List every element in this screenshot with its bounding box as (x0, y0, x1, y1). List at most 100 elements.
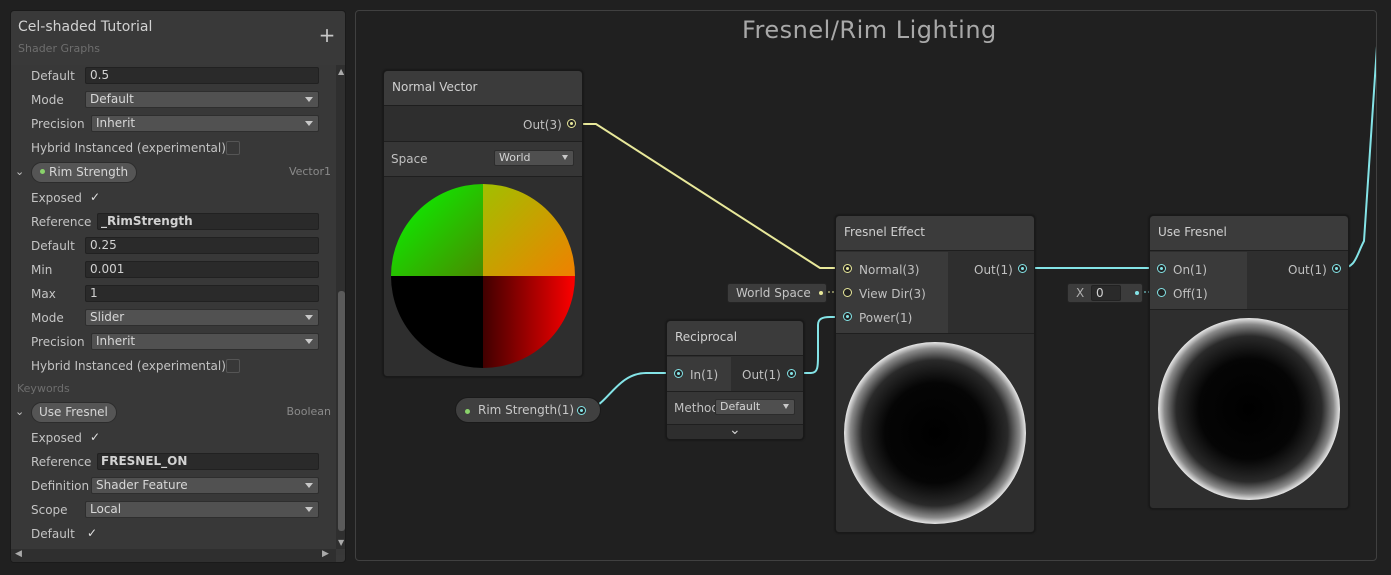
expand-chevron-icon[interactable]: ⌄ (729, 422, 741, 438)
blackboard-panel: Cel-shaded Tutorial Shader Graphs + Defa… (10, 10, 346, 563)
horizontal-scrollbar[interactable] (11, 549, 336, 562)
scroll-left-arrow-icon[interactable]: ◀ (15, 549, 22, 559)
reference-field[interactable]: _RimStrength (97, 213, 319, 230)
input-port-in[interactable] (674, 369, 683, 378)
property-row-mode: Mode Default (11, 89, 336, 113)
property-header-use-fresnel[interactable]: ⌄ Use Fresnel Boolean (11, 401, 336, 425)
property-row-hybrid: Hybrid Instanced (experimental) (11, 355, 336, 379)
property-pill-use-fresnel[interactable]: Use Fresnel (31, 402, 117, 423)
add-property-button[interactable]: + (316, 25, 338, 47)
space-dropdown[interactable]: World (494, 150, 574, 166)
property-row-exposed: Exposed ✓ (11, 187, 336, 211)
dropdown-arrow-icon (305, 339, 313, 344)
property-row-precision: Precision Inherit (11, 331, 336, 355)
property-header-rim-strength[interactable]: ⌄ Rim Strength Vector1 (11, 161, 336, 185)
precision-dropdown[interactable]: Inherit (91, 333, 319, 350)
scroll-down-arrow-icon[interactable]: ▼ (338, 538, 344, 547)
hybrid-instanced-checkbox[interactable] (226, 359, 240, 373)
dropdown-arrow-icon (305, 121, 313, 126)
chevron-down-icon[interactable]: ⌄ (15, 405, 24, 418)
default-value-field[interactable]: 0.25 (85, 237, 319, 254)
precision-dropdown[interactable]: Inherit (91, 115, 319, 132)
divider (384, 176, 582, 177)
row-label: Definition (31, 479, 90, 493)
property-row-definition: Definition Shader Feature (11, 475, 336, 499)
property-dot-icon (40, 169, 45, 174)
node-normal-vector[interactable]: Normal Vector Out(3) Space World (383, 70, 583, 377)
node-reciprocal[interactable]: Reciprocal In(1) Out(1) Method Default ⌄ (666, 320, 804, 440)
default-value-field[interactable]: 0.5 (85, 67, 319, 84)
property-row-precision: Precision Inherit (11, 113, 336, 137)
input-port-on[interactable] (1157, 264, 1166, 273)
dropdown-value: Default (90, 92, 134, 106)
divider (1150, 309, 1348, 310)
off-default-chip[interactable]: X 0 (1067, 283, 1143, 303)
output-port[interactable] (787, 369, 796, 378)
row-label: Scope (31, 503, 68, 517)
scroll-up-arrow-icon[interactable]: ▲ (338, 67, 344, 76)
min-value-field[interactable]: 0.001 (85, 261, 319, 278)
node-title[interactable]: Fresnel Effect (836, 216, 1034, 251)
mode-dropdown[interactable]: Slider (85, 309, 319, 326)
max-value-field[interactable]: 1 (85, 285, 319, 302)
node-fresnel-effect[interactable]: Fresnel Effect Normal(3) View Dir(3) Pow… (835, 215, 1035, 533)
input-port-off[interactable] (1157, 288, 1166, 297)
row-label: Mode (31, 93, 64, 107)
property-row-mode: Mode Slider (11, 307, 336, 331)
dropdown-arrow-icon (305, 97, 313, 102)
exposed-checkbox[interactable]: ✓ (88, 191, 102, 205)
output-port-label: Out(1) (1288, 263, 1327, 277)
keywords-section-header: Keywords (11, 378, 336, 402)
exposed-checkbox[interactable]: ✓ (88, 431, 102, 445)
viewdir-default-chip[interactable]: World Space (727, 283, 827, 303)
method-dropdown[interactable]: Default (715, 399, 795, 415)
input-port-normal[interactable] (843, 264, 852, 273)
node-title[interactable]: Reciprocal (667, 321, 803, 356)
dropdown-value: Local (90, 502, 122, 516)
dropdown-value: Inherit (96, 116, 136, 130)
output-port-label: Out(1) (974, 263, 1013, 277)
dropdown-arrow-icon (305, 483, 313, 488)
node-title[interactable]: Use Fresnel (1150, 216, 1348, 251)
row-label: Hybrid Instanced (experimental) (31, 141, 226, 155)
wire-rim-to-reciprocal (586, 372, 674, 410)
input-port-label: Off(1) (1173, 287, 1208, 301)
mode-dropdown[interactable]: Default (85, 91, 319, 108)
off-default-field[interactable]: 0 (1091, 285, 1121, 301)
row-label: Exposed (31, 191, 82, 205)
node-title[interactable]: Normal Vector (384, 71, 582, 106)
reference-field[interactable]: FRESNEL_ON (97, 453, 319, 470)
scope-dropdown[interactable]: Local (85, 501, 319, 518)
row-label: Default (31, 239, 75, 253)
scroll-right-arrow-icon[interactable]: ▶ (322, 549, 329, 559)
definition-dropdown[interactable]: Shader Feature (91, 477, 319, 494)
dropdown-value: Slider (90, 310, 125, 324)
divider (836, 333, 1034, 334)
row-label: Min (31, 263, 53, 277)
output-port[interactable] (1018, 264, 1027, 273)
property-row-exposed: Exposed ✓ (11, 427, 336, 451)
blackboard-subtitle: Shader Graphs (18, 42, 100, 55)
section-label: Keywords (17, 382, 70, 395)
input-port-label: In(1) (690, 368, 719, 382)
hybrid-instanced-checkbox[interactable] (226, 141, 240, 155)
output-port-label: Out(3) (523, 118, 562, 132)
blackboard-title: Cel-shaded Tutorial (18, 19, 153, 35)
node-use-fresnel[interactable]: Use Fresnel On(1) Off(1) Out(1) (1149, 215, 1349, 509)
default-checkbox[interactable]: ✓ (85, 527, 99, 541)
row-label: Default (31, 69, 75, 83)
property-node-rim-strength[interactable]: Rim Strength(1) (455, 397, 601, 423)
input-port-viewdir[interactable] (843, 288, 852, 297)
graph-canvas[interactable]: Fresnel/Rim Lighting Normal Vector Out(3… (355, 10, 1377, 561)
property-row-max: Max 1 (11, 283, 336, 307)
fresnel-preview (844, 342, 1026, 524)
input-port-power[interactable] (843, 312, 852, 321)
property-pill-rim-strength[interactable]: Rim Strength (31, 162, 138, 183)
connector-dot-icon (1135, 291, 1139, 295)
chevron-down-icon[interactable]: ⌄ (15, 165, 24, 178)
output-port[interactable] (567, 119, 576, 128)
output-port[interactable] (577, 406, 586, 415)
row-label: Precision (31, 117, 85, 131)
output-port[interactable] (1332, 264, 1341, 273)
scrollbar-thumb[interactable] (338, 291, 345, 531)
